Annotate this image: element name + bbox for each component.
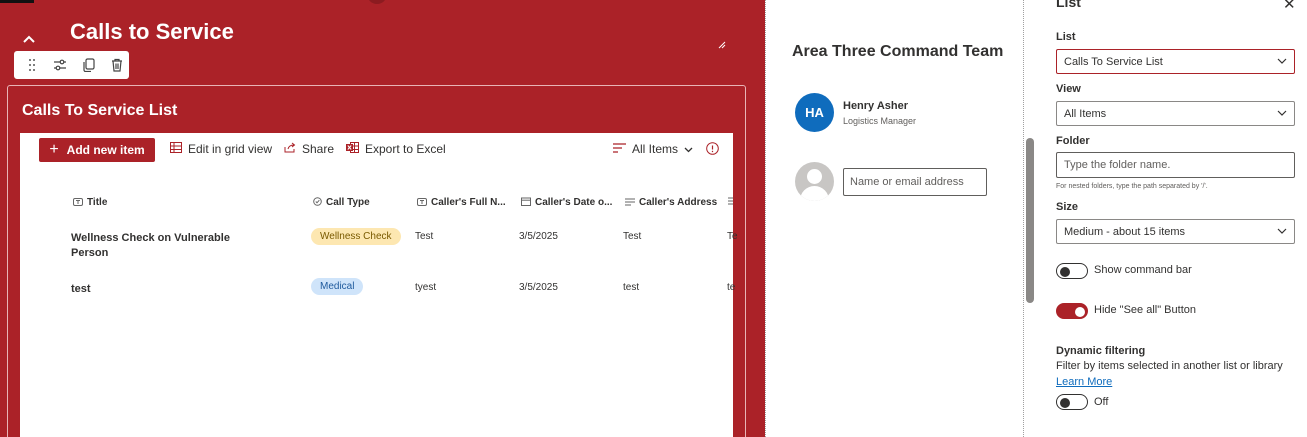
view-dropdown-value: All Items [1064,107,1107,120]
column-header-address[interactable]: Caller's Address [625,197,717,208]
empty-avatar-icon [795,162,834,201]
column-header-call-type[interactable]: Call Type [313,197,370,208]
multiline-text-icon [728,197,733,207]
row-1-date: 3/5/2025 [519,231,558,242]
edit-grid-view-label: Edit in grid view [188,142,273,156]
row-1-extra: Te [727,231,738,242]
column-header-title[interactable]: Title [73,197,107,208]
row-2-date: 3/5/2025 [519,282,558,293]
list-field-label: List [1056,31,1076,43]
person-role: Logistics Manager [843,116,917,126]
folder-field-label: Folder [1056,135,1090,147]
drag-handle-icon[interactable] [20,53,44,77]
chevron-down-icon [1277,226,1287,237]
export-excel-button[interactable]: Export to Excel [346,142,446,156]
dynamic-filtering-description: Filter by items selected in another list… [1056,360,1283,372]
edit-properties-icon[interactable] [48,53,72,77]
view-switcher-label: All Items [632,142,679,156]
row-2-address: test [623,282,640,293]
row-1-title[interactable]: Wellness Check on Vulnerable Person [71,231,241,261]
add-new-item-label: Add new item [66,143,145,157]
page: Calls to Service Calls To Service List +… [0,0,1307,437]
section-title: Calls to Service [70,19,234,44]
panel-divider [1023,0,1024,437]
column-full-name-label: Caller's Full N... [431,197,506,208]
list-dropdown-value: Calls To Service List [1064,55,1163,68]
edit-grid-view-button[interactable]: Edit in grid view [170,142,272,156]
chevron-down-icon [1277,56,1287,67]
chevron-down-icon [1277,108,1287,119]
grid-icon [170,142,182,156]
dynamic-filtering-title: Dynamic filtering [1056,345,1146,357]
show-command-bar-toggle[interactable] [1056,263,1088,279]
row-2-extra: te [727,282,736,293]
column-title-label: Title [87,197,108,208]
column-header-more[interactable] [728,197,733,207]
chevron-up-icon[interactable] [18,28,40,50]
command-bar: + Add new item Edit in grid view Share E… [20,133,733,169]
column-address-label: Caller's Address [639,197,718,208]
column-header-full-name[interactable]: Caller's Full N... [417,197,506,208]
size-dropdown[interactable]: Medium - about 15 items [1056,219,1295,244]
person-name[interactable]: Henry Asher [843,100,908,112]
share-label: Share [302,142,335,156]
top-corner-mark [0,0,34,3]
avatar-head-shape [807,169,822,184]
excel-icon [346,142,359,156]
hide-see-all-label: Hide "See all" Button [1094,304,1196,316]
view-switcher[interactable]: All Items [613,142,693,156]
row-1-full-name: Test [415,231,434,242]
text-field-icon [73,197,83,208]
avatar-body-shape [800,186,829,201]
close-icon[interactable]: ✕ [1283,0,1296,13]
info-icon[interactable] [706,142,719,155]
hide-see-all-toggle[interactable] [1056,303,1088,319]
view-options-icon [613,142,626,156]
share-icon [284,142,296,156]
plus-icon: + [49,141,59,158]
size-dropdown-value: Medium - about 15 items [1064,225,1186,238]
row-1-call-type-badge: Wellness Check [311,228,401,245]
view-dropdown[interactable]: All Items [1056,101,1295,126]
scrollbar[interactable] [1026,138,1034,303]
list-dropdown[interactable]: Calls To Service List [1056,49,1295,74]
size-field-label: Size [1056,201,1079,213]
people-picker-input[interactable]: Name or email address [843,168,987,196]
row-1-address: Test [623,231,642,242]
list-title: Calls To Service List [22,102,178,119]
column-header-date[interactable]: Caller's Date o... [521,197,612,208]
avatar[interactable]: HA [795,93,834,132]
show-command-bar-label: Show command bar [1094,264,1192,276]
duplicate-icon[interactable] [77,53,101,77]
list-area: + Add new item Edit in grid view Share E… [20,133,738,437]
row-2-call-type-badge: Medical [311,278,364,295]
row-2-title[interactable]: test [71,282,241,297]
dynamic-filtering-toggle[interactable] [1056,394,1088,410]
view-field-label: View [1056,83,1081,95]
section-divider [765,0,766,437]
column-date-label: Caller's Date o... [535,197,613,208]
folder-input[interactable]: Type the folder name. [1056,152,1295,178]
panel-title: List [1056,0,1081,10]
property-pane: List ✕ List Calls To Service List View A… [1040,0,1307,437]
multiline-text-icon [625,198,635,208]
choice-field-icon [313,197,322,208]
learn-more-link[interactable]: Learn More [1056,376,1112,388]
text-field-icon [417,197,427,208]
add-new-item-button[interactable]: + Add new item [39,138,155,162]
column-call-type-label: Call Type [326,197,370,208]
webpart-toolbar [14,51,129,79]
resize-handle-icon[interactable] [718,40,726,52]
folder-hint: For nested folders, type the path separa… [1056,183,1208,190]
dynamic-filtering-state: Off [1094,396,1109,408]
share-button[interactable]: Share [284,142,334,156]
calendar-icon [521,197,531,208]
people-webpart-title: Area Three Command Team [792,43,1004,60]
export-excel-label: Export to Excel [365,142,446,156]
chevron-down-icon [684,142,693,156]
delete-icon[interactable] [105,53,129,77]
row-2-full-name: tyest [415,282,437,293]
